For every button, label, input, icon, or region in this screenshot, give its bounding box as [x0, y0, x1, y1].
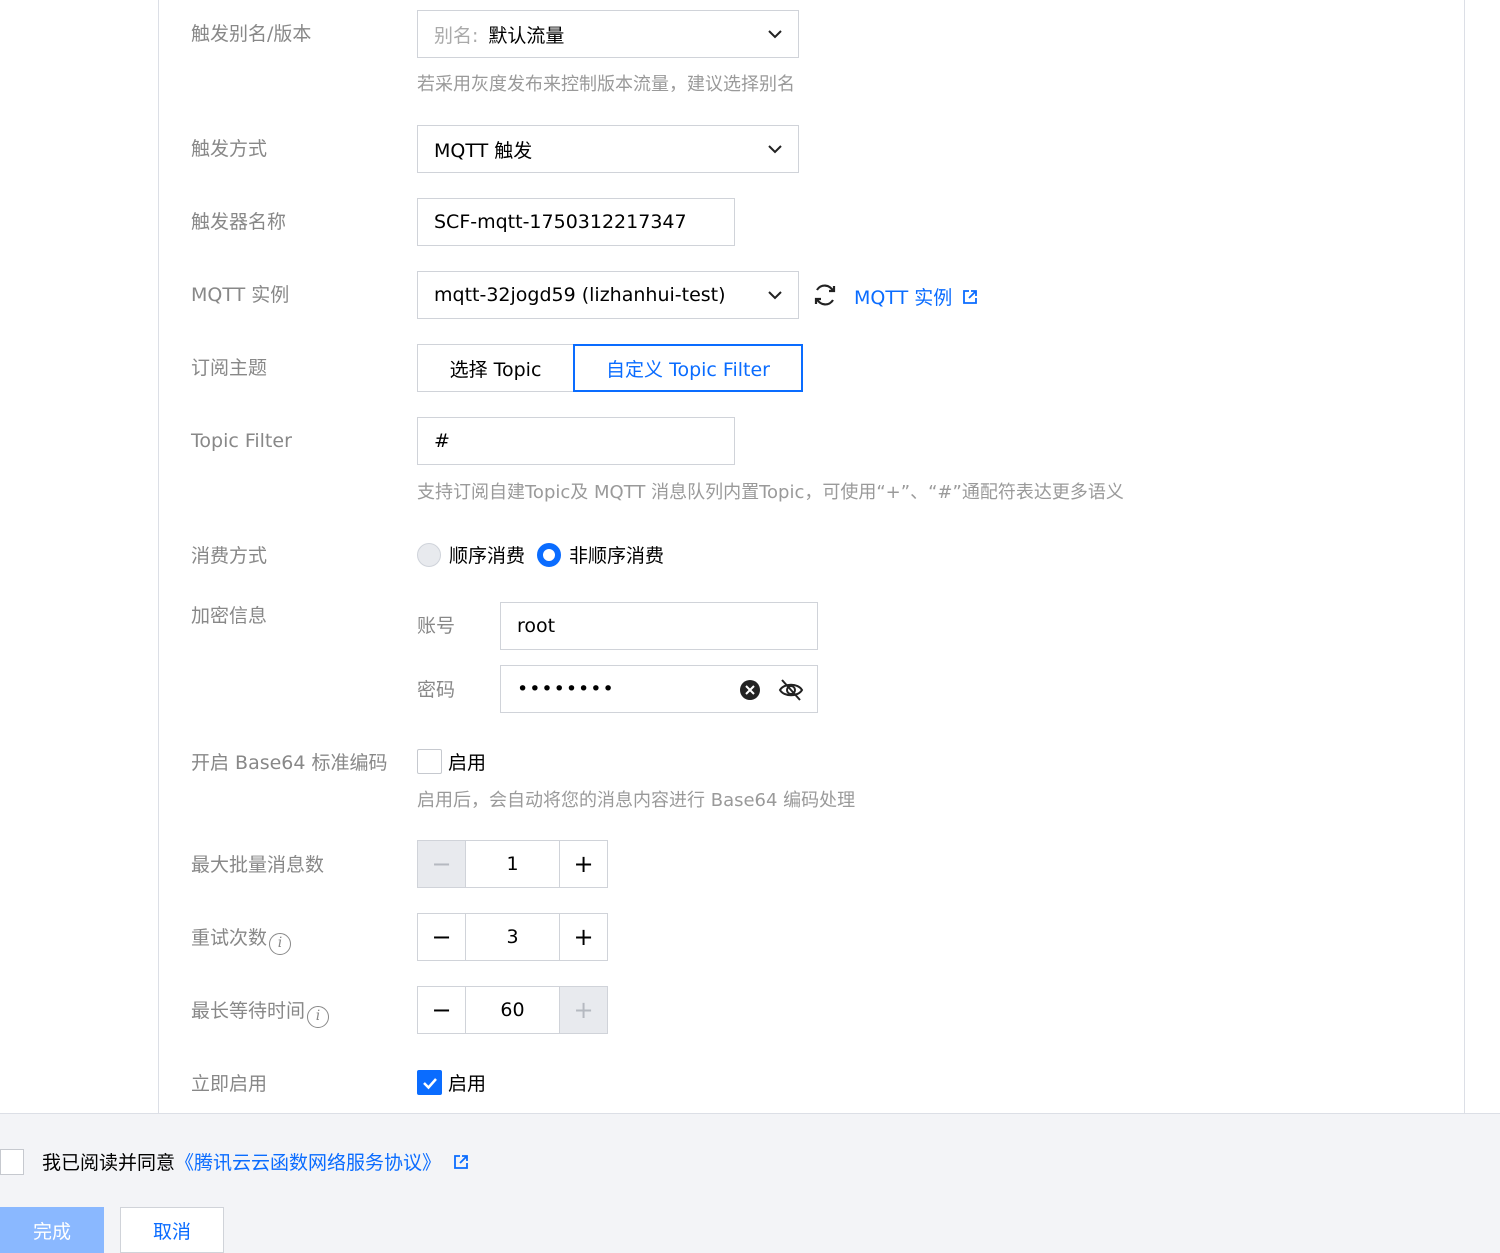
trigger-name-label: 触发器名称 — [191, 211, 287, 233]
mqtt-instance-link-label: MQTT 实例 — [854, 287, 953, 309]
footer-bar — [0, 1113, 1500, 1253]
base64-checkbox-label: 启用 — [448, 752, 487, 774]
topic-filter-label: Topic Filter — [191, 430, 292, 452]
trigger-method-select[interactable]: MQTT 触发 — [417, 125, 799, 173]
retry-label: 重试次数 — [191, 927, 268, 949]
max-wait-decrement[interactable]: − — [418, 987, 466, 1033]
account-input[interactable]: root — [500, 602, 818, 650]
base64-checkbox[interactable]: 启用 — [417, 748, 486, 775]
password-input[interactable]: •••••••• — [500, 665, 818, 713]
chevron-down-icon — [768, 145, 782, 154]
subscription-option-select-topic[interactable]: 选择 Topic — [417, 344, 574, 392]
trigger-name-value: SCF-mqtt-1750312217347 — [434, 211, 687, 233]
account-label: 账号 — [417, 615, 456, 637]
external-link-icon — [963, 289, 978, 304]
retry-increment[interactable]: + — [559, 914, 607, 960]
check-icon — [422, 1077, 437, 1089]
password-label: 密码 — [417, 679, 456, 701]
topic-filter-help: 支持订阅自建Topic及 MQTT 消息队列内置Topic，可使用“+”、“#”… — [417, 482, 1124, 503]
chevron-down-icon — [768, 291, 782, 300]
topic-filter-value: # — [434, 430, 450, 452]
radio-unordered[interactable]: 非顺序消费 — [537, 541, 664, 568]
enable-now-label: 立即启用 — [191, 1073, 268, 1095]
account-value: root — [517, 615, 556, 637]
alias-select[interactable]: 别名: 默认流量 — [417, 10, 799, 58]
cancel-button[interactable]: 取消 — [120, 1207, 224, 1253]
clear-icon[interactable] — [739, 679, 761, 701]
mqtt-instance-select[interactable]: mqtt-32jogd59 (lizhanhui-test) — [417, 271, 799, 319]
retry-label-row: 重试次数 i — [191, 926, 292, 955]
max-batch-value[interactable]: 1 — [466, 841, 559, 887]
agreement-row: 我已阅读并同意 《腾讯云云函数网络服务协议》 — [0, 1148, 469, 1175]
trigger-name-input[interactable]: SCF-mqtt-1750312217347 — [417, 198, 735, 246]
info-icon[interactable]: i — [307, 1006, 330, 1028]
retry-decrement[interactable]: − — [418, 914, 466, 960]
agreement-checkbox[interactable] — [0, 1148, 24, 1175]
max-batch-stepper: − 1 + — [417, 840, 608, 888]
mqtt-instance-link[interactable]: MQTT 实例 — [854, 283, 978, 310]
base64-label: 开启 Base64 标准编码 — [191, 752, 388, 774]
retry-stepper: − 3 + — [417, 913, 608, 961]
enable-now-checkbox-label: 启用 — [448, 1073, 487, 1095]
topic-filter-input[interactable]: # — [417, 417, 735, 465]
subscription-label: 订阅主题 — [191, 357, 268, 379]
radio-ordered[interactable]: 顺序消费 — [417, 541, 525, 568]
refresh-icon[interactable] — [812, 282, 838, 308]
external-link-icon[interactable] — [453, 1154, 469, 1170]
chevron-down-icon — [768, 30, 782, 39]
info-icon[interactable]: i — [269, 933, 292, 955]
eye-off-icon[interactable] — [778, 677, 804, 703]
agreement-link[interactable]: 《腾讯云云函数网络服务协议》 — [175, 1148, 441, 1175]
agreement-text: 我已阅读并同意 — [42, 1152, 176, 1174]
encryption-label: 加密信息 — [191, 605, 268, 627]
radio-unordered-label: 非顺序消费 — [569, 545, 665, 567]
subscription-option-custom-filter[interactable]: 自定义 Topic Filter — [573, 344, 803, 392]
max-wait-label-row: 最长等待时间 i — [191, 999, 330, 1028]
radio-ordered-dot — [417, 542, 441, 567]
enable-now-checkbox-box — [417, 1070, 442, 1095]
base64-help: 启用后，会自动将您的消息内容进行 Base64 编码处理 — [417, 790, 856, 811]
password-value: •••••••• — [517, 678, 615, 700]
max-batch-increment[interactable]: + — [559, 841, 607, 887]
max-wait-increment[interactable]: + — [559, 987, 607, 1033]
radio-unordered-dot — [537, 542, 561, 567]
alias-label: 触发别名/版本 — [191, 23, 312, 45]
mqtt-instance-label: MQTT 实例 — [191, 284, 290, 306]
alias-prefix: 别名: — [434, 24, 479, 47]
radio-ordered-label: 顺序消费 — [449, 545, 526, 567]
retry-value[interactable]: 3 — [466, 914, 559, 960]
consume-mode-label: 消费方式 — [191, 545, 268, 567]
trigger-method-label: 触发方式 — [191, 138, 268, 160]
max-batch-decrement[interactable]: − — [418, 841, 466, 887]
mqtt-instance-value: mqtt-32jogd59 (lizhanhui-test) — [434, 284, 726, 306]
form-card — [158, 0, 1465, 1113]
base64-checkbox-box — [417, 749, 442, 774]
max-wait-label: 最长等待时间 — [191, 1000, 306, 1022]
max-wait-value[interactable]: 60 — [466, 987, 559, 1033]
alias-help: 若采用灰度发布来控制版本流量，建议选择别名 — [417, 74, 795, 95]
trigger-method-value: MQTT 触发 — [434, 139, 533, 162]
alias-value: 默认流量 — [488, 24, 565, 47]
enable-now-checkbox[interactable]: 启用 — [417, 1069, 486, 1096]
max-batch-label: 最大批量消息数 — [191, 854, 325, 876]
done-button[interactable]: 完成 — [0, 1207, 104, 1253]
max-wait-stepper: − 60 + — [417, 986, 608, 1034]
